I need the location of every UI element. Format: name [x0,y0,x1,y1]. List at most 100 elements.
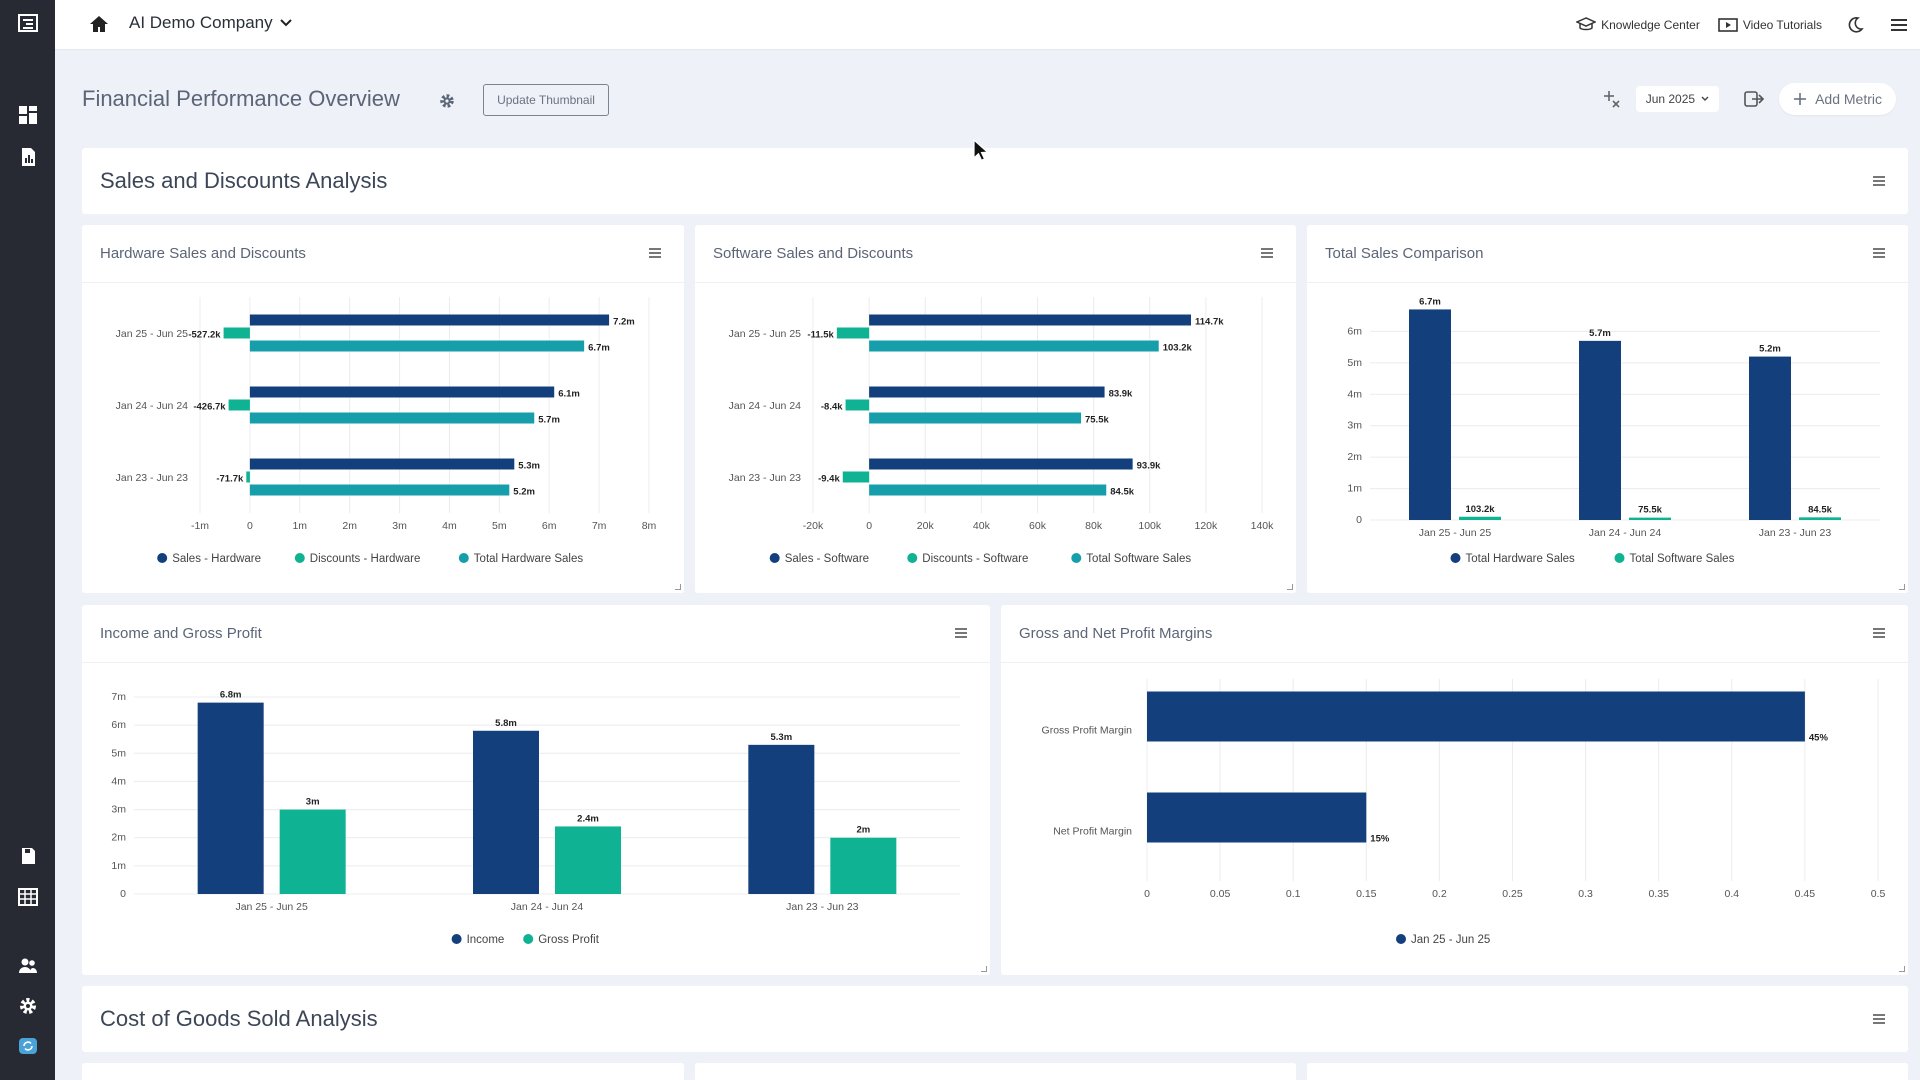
x-tick-label: 0.45 [1795,888,1816,900]
update-thumbnail-button[interactable]: Update Thumbnail [483,84,609,116]
knowledge-center-label: Knowledge Center [1601,18,1700,32]
y-tick-label: 3m [111,804,126,816]
legend-marker [458,553,469,563]
legend-label: Sales - Software [785,553,869,565]
data-label: 5.3m [518,461,540,472]
bar [555,826,621,894]
x-tick-label: 0.15 [1356,888,1377,900]
data-label: 75.5k [1085,415,1109,426]
legend-marker [451,934,462,944]
x-tick-label: -20k [803,520,824,532]
bar [836,327,870,339]
chart-menu-icon[interactable] [954,627,968,639]
clear-filter-icon[interactable] [1602,89,1622,109]
x-tick-label: -1m [191,520,209,532]
legend-marker [907,553,918,563]
users-icon[interactable] [17,955,39,977]
x-tick-label: 7m [592,520,607,532]
section-menu-icon[interactable] [1872,175,1886,187]
bar [246,471,250,483]
report-icon[interactable] [17,146,39,168]
company-name: AI Demo Company [129,13,273,32]
plus-icon [1794,93,1807,105]
resize-handle[interactable] [675,584,681,590]
resize-handle[interactable] [981,966,987,972]
x-tick-label: 40k [973,520,991,532]
y-tick-label: 7m [111,691,126,703]
legend-label: Discounts - Hardware [310,553,421,565]
section-title: Sales and Discounts Analysis [100,168,388,193]
x-tick-label: 20k [917,520,935,532]
data-label: 5.7m [1589,328,1611,339]
legend-label: Sales - Hardware [172,553,261,565]
y-tick-label: 1m [1347,483,1362,495]
section-sales-discounts: Sales and Discounts Analysis [82,148,1908,214]
bar [869,458,1133,470]
data-label: -9.4k [818,474,840,485]
resize-handle[interactable] [1899,584,1905,590]
data-label: 84.5k [1110,487,1134,498]
bar [869,314,1192,326]
x-tick-label: 0.25 [1502,888,1523,900]
data-label: 45% [1809,733,1829,744]
y-category-label: Jan 24 - Jun 24 [116,400,189,412]
dark-mode-toggle[interactable] [1846,16,1864,34]
chart-title: Total Sales Comparison [1325,245,1484,262]
legend-label: Discounts - Software [922,553,1028,565]
legend-label: Total Hardware Sales [474,553,584,565]
x-tick-label: 0.05 [1210,888,1231,900]
x-tick-label: 0.35 [1648,888,1669,900]
chart-title: Income and Gross Profit [100,625,262,642]
data-label: 5.7m [538,415,560,426]
resize-handle[interactable] [1899,966,1905,972]
chart-menu-icon[interactable] [1872,247,1886,259]
grid-icon[interactable] [17,886,39,908]
chart-card-partial [695,1063,1296,1080]
legend-marker [294,553,305,563]
x-category-label: Jan 25 - Jun 25 [1419,527,1492,539]
moon-icon [1848,17,1864,33]
y-category-label: Jan 24 - Jun 24 [729,400,802,412]
data-label: 3m [306,797,320,808]
bar [279,809,346,894]
chart-title: Software Sales and Discounts [713,245,914,262]
page-title: Financial Performance Overview [82,86,400,111]
software-sales-chart: -20k 0 20k 40k 60k 80k 100k 120k 140k Jan 25 - Ju… [729,297,1275,565]
chart-menu-icon[interactable] [1872,627,1886,639]
x-tick-label: 140k [1251,520,1275,532]
menu-collapse-icon[interactable] [17,12,39,34]
add-metric-button[interactable]: Add Metric [1779,83,1896,115]
chart-card-total-sales: Total Sales Comparison 0 1m 2m 3m 4m 5m 6m Jan … [1307,225,1908,593]
chart-card-income-gross-profit: Income and Gross Profit 0 1m 2m 3m 4m 5m 6m 7m J… [82,605,990,975]
bar [845,399,870,411]
chart-menu-icon[interactable] [648,247,662,259]
data-label: 93.9k [1137,461,1161,472]
knowledge-center-link[interactable]: Knowledge Center [1576,17,1700,33]
company-selector[interactable]: AI Demo Company [129,13,293,33]
legend-label: Income [467,934,505,946]
x-tick-label: 8m [642,520,657,532]
settings-icon[interactable] [17,995,39,1017]
dashboard-settings-icon[interactable] [438,92,456,110]
resize-handle[interactable] [1287,584,1293,590]
legend-label: Total Hardware Sales [1466,553,1576,565]
date-filter-select[interactable]: Jun 2025 [1635,86,1720,112]
video-tutorials-link[interactable]: Video Tutorials [1718,17,1822,33]
x-tick-label: 5m [492,520,507,532]
x-tick-label: 0.5 [1871,888,1886,900]
x-tick-label: 100k [1138,520,1162,532]
sync-icon[interactable] [17,1035,39,1057]
chart-menu-icon[interactable] [1260,247,1274,259]
y-tick-label: 0 [1356,514,1362,526]
section-menu-icon[interactable] [1872,1013,1886,1025]
y-tick-label: 0 [120,888,126,900]
dashboard-icon[interactable] [17,104,39,126]
y-tick-label: 6m [111,719,126,731]
data-label: -426.7k [193,402,226,413]
save-icon[interactable] [17,845,39,867]
y-tick-label: 5m [111,747,126,759]
export-icon[interactable] [1743,89,1765,109]
home-icon[interactable] [88,13,110,35]
main-menu-button[interactable] [1890,17,1908,33]
x-tick-label: 4m [442,520,457,532]
